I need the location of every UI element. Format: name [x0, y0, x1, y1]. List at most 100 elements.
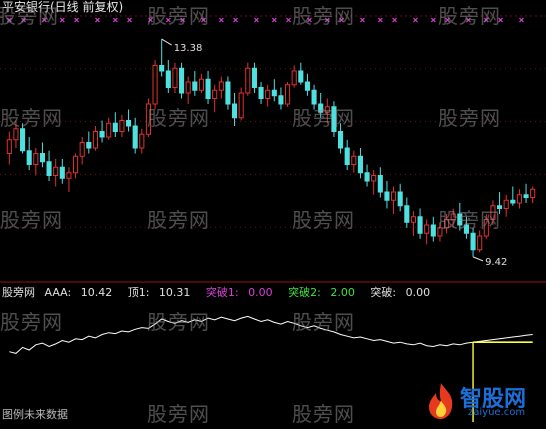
candle-body	[424, 224, 430, 234]
candle-body	[99, 131, 105, 138]
signal-mark	[233, 17, 238, 23]
candle-body	[457, 213, 463, 226]
candle-body	[357, 155, 363, 174]
candle-body	[291, 70, 297, 86]
candle-body	[225, 81, 231, 105]
candle-body	[364, 172, 370, 182]
candle-body	[391, 191, 397, 201]
candle-body	[46, 161, 52, 176]
candle-body	[232, 103, 238, 119]
logo-url: zaiyue.com	[468, 407, 526, 418]
candle-body	[79, 142, 85, 157]
signal-mark	[445, 17, 450, 23]
candle-body	[298, 70, 304, 83]
high-price-label: 13.38	[174, 43, 203, 54]
legend-top1-label: 顶1:	[127, 286, 150, 299]
candle-body	[490, 205, 496, 220]
legend-break-value: 0.00	[405, 286, 431, 299]
candle-body	[530, 188, 536, 198]
candle-body	[384, 191, 390, 201]
indicator-source: 股旁网	[2, 286, 35, 299]
footer-note: 图例未来数据	[2, 408, 68, 421]
candle-body	[198, 78, 204, 91]
candle-body	[238, 92, 244, 119]
candle-body	[470, 232, 476, 251]
candle-body	[338, 131, 344, 149]
chart-stage: 13.38 9.42	[0, 0, 546, 425]
low-price-label: 9.42	[485, 257, 507, 268]
legend-aaa-label: AAA:	[44, 286, 72, 299]
candle-body	[39, 153, 45, 163]
low-marker-line	[472, 256, 484, 262]
signal-mark	[339, 17, 344, 23]
candle-body	[26, 150, 32, 165]
signal-mark	[59, 17, 65, 23]
candle-body	[66, 172, 72, 179]
signal-mark	[112, 17, 118, 23]
candle-body	[324, 106, 330, 113]
candle-body	[304, 81, 310, 91]
signal-mark	[430, 17, 436, 23]
candle-body	[450, 213, 456, 220]
candle-body	[285, 84, 291, 105]
signal-mark	[286, 17, 291, 23]
signal-mark	[254, 17, 259, 23]
candle-body	[271, 89, 277, 97]
candle-body	[152, 65, 158, 105]
candle-body	[179, 67, 185, 94]
signal-mark	[218, 17, 224, 23]
candle-body	[112, 122, 118, 132]
chart-title: 平安银行(日线 前复权)	[2, 0, 124, 14]
candle-body	[13, 128, 19, 141]
candle-body	[192, 81, 198, 91]
legend-break1: 突破1: 0.00	[206, 286, 282, 299]
candle-body	[477, 235, 483, 251]
candle-body	[404, 205, 410, 223]
candle-body	[523, 194, 529, 198]
legend-aaa: AAA: 10.42	[45, 286, 122, 299]
candle-body	[6, 139, 12, 154]
candle-body	[510, 199, 516, 204]
legend-break2-value: 2.00	[330, 286, 355, 299]
signal-mark	[180, 17, 185, 23]
candle-body	[311, 89, 317, 105]
candle-body	[92, 131, 98, 149]
signal-mark	[360, 17, 365, 23]
signal-mark	[201, 17, 206, 23]
signal-mark	[271, 17, 277, 23]
legend-break: 突破: 0.00	[370, 286, 436, 299]
candle-body	[251, 67, 257, 88]
candle-body	[132, 125, 138, 149]
candle-body	[159, 65, 165, 72]
candle-body	[73, 155, 79, 174]
indicator-line-aaa	[9, 315, 533, 354]
candle-body	[33, 153, 39, 165]
candle-body	[218, 81, 224, 91]
candle-body	[165, 70, 171, 88]
signal-mark	[95, 17, 100, 23]
candle-body	[417, 216, 423, 234]
signal-mark	[392, 17, 397, 23]
signal-mark	[377, 17, 383, 23]
candle-body	[258, 87, 264, 99]
signal-mark	[483, 17, 489, 23]
signal-mark	[21, 17, 26, 23]
signal-mark	[127, 17, 132, 23]
candle-body	[331, 106, 337, 132]
signal-mark	[519, 17, 524, 23]
candle-body	[344, 147, 350, 165]
candle-body	[444, 219, 450, 229]
legend-top1: 顶1: 10.31	[128, 286, 200, 299]
candle-body	[318, 103, 324, 113]
candle-body	[437, 227, 443, 237]
candle-body	[397, 191, 403, 207]
signal-mark	[148, 17, 153, 23]
signal-mark	[324, 17, 330, 23]
high-marker-line	[161, 38, 172, 46]
legend-break2: 突破2: 2.00	[288, 286, 364, 299]
signal-mark	[466, 17, 471, 23]
signal-mark	[6, 17, 12, 23]
candle-body	[119, 120, 125, 132]
legend-break1-label: 突破1:	[205, 286, 239, 299]
candle-body	[497, 205, 503, 209]
